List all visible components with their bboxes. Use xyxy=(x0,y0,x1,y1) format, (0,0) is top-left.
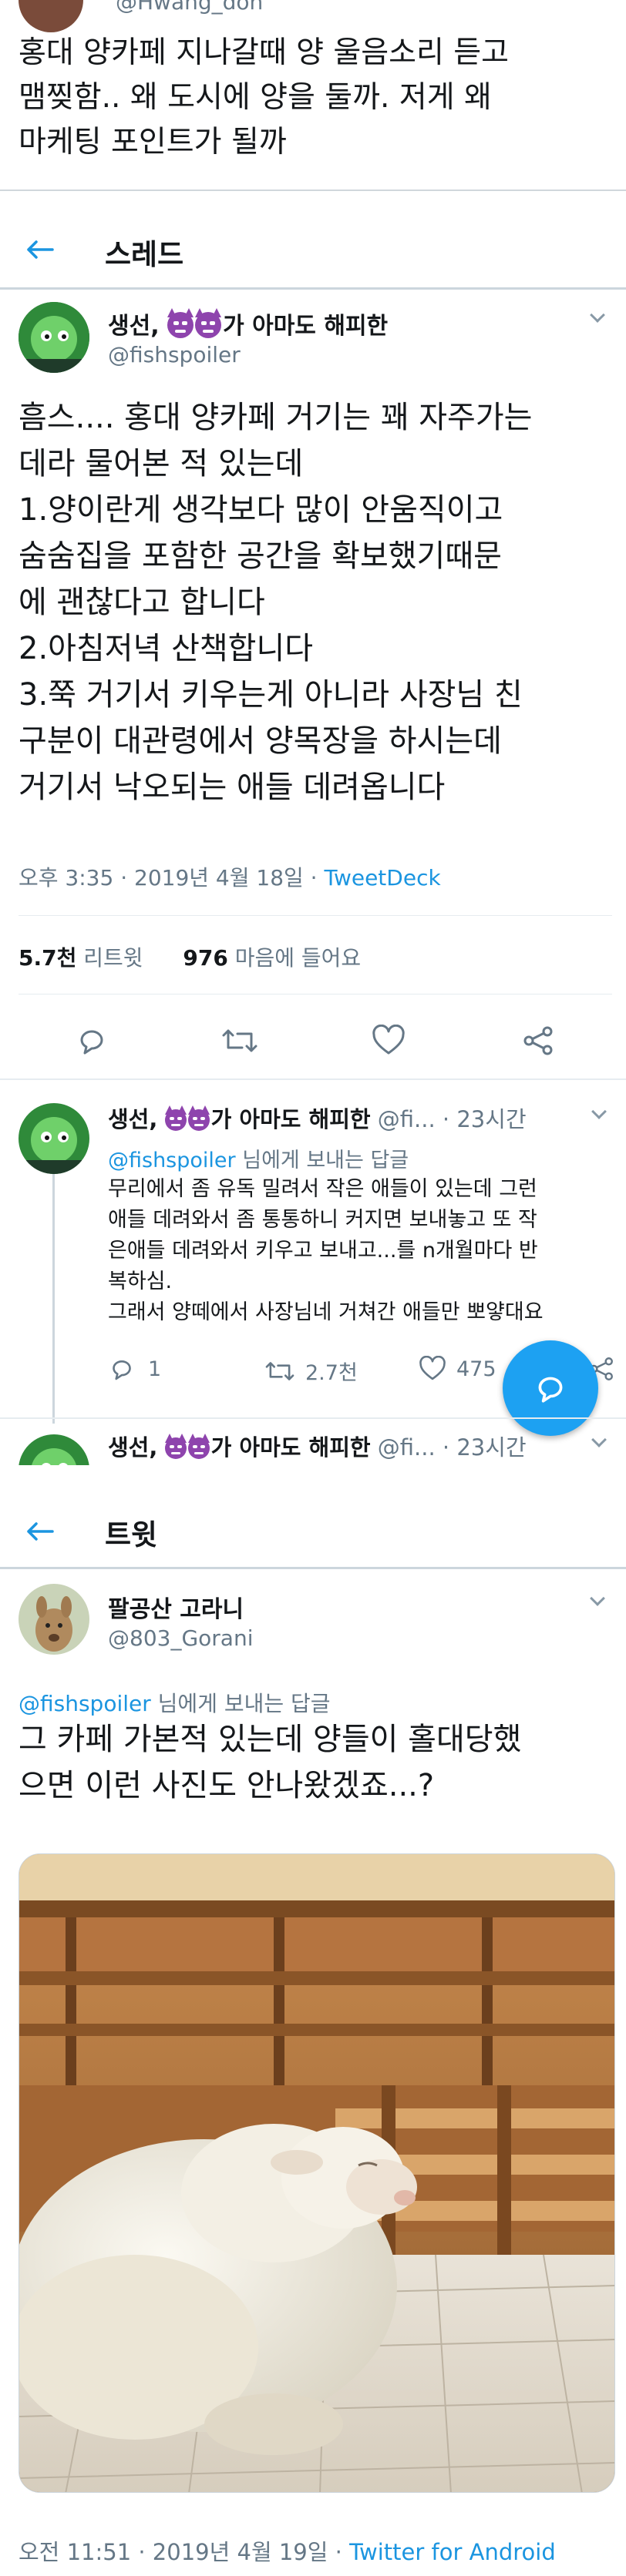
thread-line xyxy=(52,1139,55,1424)
likes-label: 마음에 들어요 xyxy=(234,945,362,971)
divider xyxy=(0,190,626,191)
divider xyxy=(19,994,612,995)
avatar-fishspoiler-reply[interactable] xyxy=(19,1103,89,1174)
author-name[interactable]: 생선, 가 아마도 해피한 xyxy=(108,307,388,340)
tweet-time-date: 오후 3:35 · 2019년 4월 18일 · xyxy=(19,865,325,891)
reply-count: 1 xyxy=(148,1357,162,1381)
reply2-timestamp: · 23시간 xyxy=(442,1434,527,1461)
replying-to-label: 님에게 보내는 답글 xyxy=(242,1149,409,1172)
reply-retweet-button[interactable]: 2.7천 xyxy=(264,1356,358,1386)
share-icon[interactable] xyxy=(521,1025,555,1057)
handle-top: @Hwang_don xyxy=(116,0,264,15)
likes-count: 976 xyxy=(183,945,228,971)
reply-author-handle: @fi... xyxy=(377,1106,436,1132)
retweet-icon[interactable] xyxy=(220,1025,259,1057)
second-replying-to: @fishspoiler 님에게 보내는 답글 xyxy=(19,1687,331,1718)
chevron-down-icon[interactable] xyxy=(590,1591,605,1606)
reply2-author-handle: @fi... xyxy=(377,1434,436,1461)
author-name-text: 생선, xyxy=(108,313,160,340)
reply-author-line[interactable]: 생선, 가 아마도 해피한 @fi... · 23시간 xyxy=(108,1102,527,1134)
devil-emoji-icon xyxy=(195,308,222,338)
avatar-gorani[interactable] xyxy=(19,1584,89,1655)
tweet-stats: 5.7천 리트윗 976 마음에 들어요 xyxy=(19,941,361,972)
avatar-top[interactable] xyxy=(19,0,83,32)
devil-emoji-icon xyxy=(164,1434,187,1459)
replying-to-label: 님에게 보내는 답글 xyxy=(157,1691,331,1716)
reply-timestamp: · 23시간 xyxy=(442,1106,527,1132)
divider xyxy=(19,915,612,916)
page-title: 트윗 xyxy=(105,1518,158,1551)
second-tweet-client-link[interactable]: Twitter for Android xyxy=(349,2539,556,2565)
author-handle[interactable]: @fishspoiler xyxy=(108,342,241,367)
avatar-fishspoiler[interactable] xyxy=(19,302,89,373)
second-tweet-time-date: 오전 11:51 · 2019년 4월 19일 · xyxy=(19,2539,350,2565)
replying-to-handle[interactable]: @fishspoiler xyxy=(108,1149,236,1172)
gorani-name[interactable]: 팔공산 고라니 xyxy=(108,1590,244,1624)
reply2-author-line[interactable]: 생선, 가 아마도 해피한 @fi... · 23시간 xyxy=(108,1430,527,1462)
reply2-author-suffix: 가 아마도 해피한 xyxy=(210,1434,371,1461)
reply-like-count: 475 xyxy=(456,1357,496,1381)
gorani-handle[interactable]: @803_Gorani xyxy=(108,1625,253,1651)
like-icon[interactable] xyxy=(372,1025,406,1057)
author-name-suffix: 가 아마도 해피한 xyxy=(223,313,389,340)
reply-replying-to: @fishspoiler 님에게 보내는 답글 xyxy=(108,1143,409,1173)
replying-to-handle[interactable]: @fishspoiler xyxy=(19,1691,151,1716)
retweet-icon xyxy=(264,1358,296,1384)
reply2-author-name: 생선, xyxy=(108,1434,158,1461)
retweets-label: 리트윗 xyxy=(83,945,143,971)
retweets-stat[interactable]: 5.7천 리트윗 xyxy=(19,945,143,971)
likes-stat[interactable]: 976 마음에 들어요 xyxy=(183,945,361,971)
chevron-down-icon[interactable] xyxy=(590,307,605,323)
compose-reply-icon xyxy=(533,1371,567,1405)
reply-author-name: 생선, xyxy=(108,1106,158,1132)
second-tweet-meta: 오전 11:51 · 2019년 4월 19일 · Twitter for An… xyxy=(19,2534,556,2567)
divider xyxy=(0,1567,626,1569)
retweets-count: 5.7천 xyxy=(19,945,77,971)
devil-emoji-icon xyxy=(187,1105,210,1131)
reply-text: 무리에서 좀 유독 밀려서 작은 애들이 있는데 그런 애들 데려와서 좀 통통… xyxy=(108,1177,544,1324)
sheep-photo[interactable] xyxy=(19,1853,615,2493)
section-gap xyxy=(0,1465,626,1478)
second-tweet-text: 그 카페 가본적 있는데 양들이 홀대당했 으면 이런 사진도 안나왔겠죠...… xyxy=(19,1722,522,1803)
reply2-clip: 생선, 가 아마도 해피한 @fi... · 23시간 xyxy=(0,1419,626,1465)
devil-emoji-icon xyxy=(167,308,194,338)
reply-author-suffix: 가 아마도 해피한 xyxy=(210,1106,371,1132)
tweet-client-link[interactable]: TweetDeck xyxy=(324,865,440,891)
chevron-down-icon[interactable] xyxy=(591,1104,607,1119)
reply-reply-button[interactable]: 1 xyxy=(108,1356,161,1382)
reply-icon[interactable] xyxy=(76,1025,108,1057)
devil-emoji-icon xyxy=(164,1105,187,1131)
chevron-down-icon[interactable] xyxy=(591,1432,607,1447)
back-arrow-icon[interactable] xyxy=(26,240,54,259)
reply-like-button[interactable]: 475 xyxy=(418,1356,496,1382)
reply-retweet-count: 2.7천 xyxy=(305,1361,358,1385)
page-title: 스레드 xyxy=(105,238,184,271)
divider xyxy=(0,1078,626,1080)
avatar-fishspoiler-reply2[interactable] xyxy=(19,1434,89,1465)
top-tweet-text: 홍대 양카페 지나갈때 양 울음소리 듣고 맴찢함.. 왜 도시에 양을 둘까.… xyxy=(19,35,510,159)
divider xyxy=(0,287,626,290)
main-tweet-text: 흠스.... 홍대 양카페 거기는 꽤 자주가는 데라 물어본 적 있는데 1.… xyxy=(19,400,533,805)
back-arrow-icon[interactable] xyxy=(26,1522,54,1541)
reply-icon xyxy=(108,1356,136,1382)
tweet-meta: 오후 3:35 · 2019년 4월 18일 · TweetDeck xyxy=(19,861,441,892)
devil-emoji-icon xyxy=(187,1434,210,1459)
like-icon xyxy=(418,1356,447,1382)
